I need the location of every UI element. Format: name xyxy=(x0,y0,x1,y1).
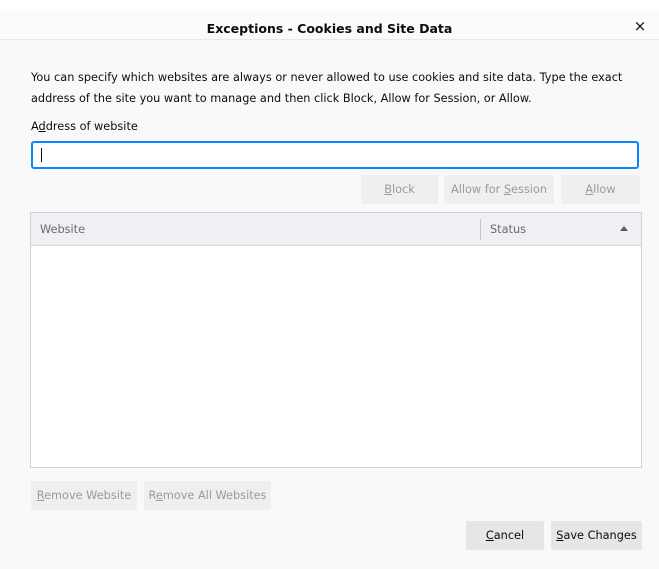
column-header-status[interactable]: Status xyxy=(490,213,526,246)
sort-ascending-icon xyxy=(620,226,628,231)
text-caret xyxy=(41,148,42,162)
dialog-title: Exceptions - Cookies and Site Data xyxy=(206,21,453,36)
cancel-button[interactable]: Cancel xyxy=(466,521,544,550)
close-icon[interactable]: × xyxy=(631,17,649,35)
website-table[interactable]: Website Status xyxy=(30,212,642,468)
title-bar: Exceptions - Cookies and Site Data × xyxy=(0,0,659,40)
dialog-description: You can specify which websites are alway… xyxy=(31,71,623,105)
address-input[interactable] xyxy=(31,141,639,169)
column-divider[interactable] xyxy=(480,219,481,240)
remove-website-button[interactable]: Remove Website xyxy=(31,481,137,510)
save-changes-button[interactable]: Save Changes xyxy=(551,521,642,550)
block-button[interactable]: Block xyxy=(361,175,438,204)
allow-for-session-button[interactable]: Allow for Session xyxy=(444,175,554,204)
table-header: Website Status xyxy=(31,213,641,246)
remove-all-websites-button[interactable]: Remove All Websites xyxy=(144,481,271,510)
allow-button[interactable]: Allow xyxy=(561,175,640,204)
cookie-exceptions-dialog: Exceptions - Cookies and Site Data × You… xyxy=(0,0,659,569)
address-label: Address of website xyxy=(31,120,138,133)
column-header-website[interactable]: Website xyxy=(40,213,85,246)
